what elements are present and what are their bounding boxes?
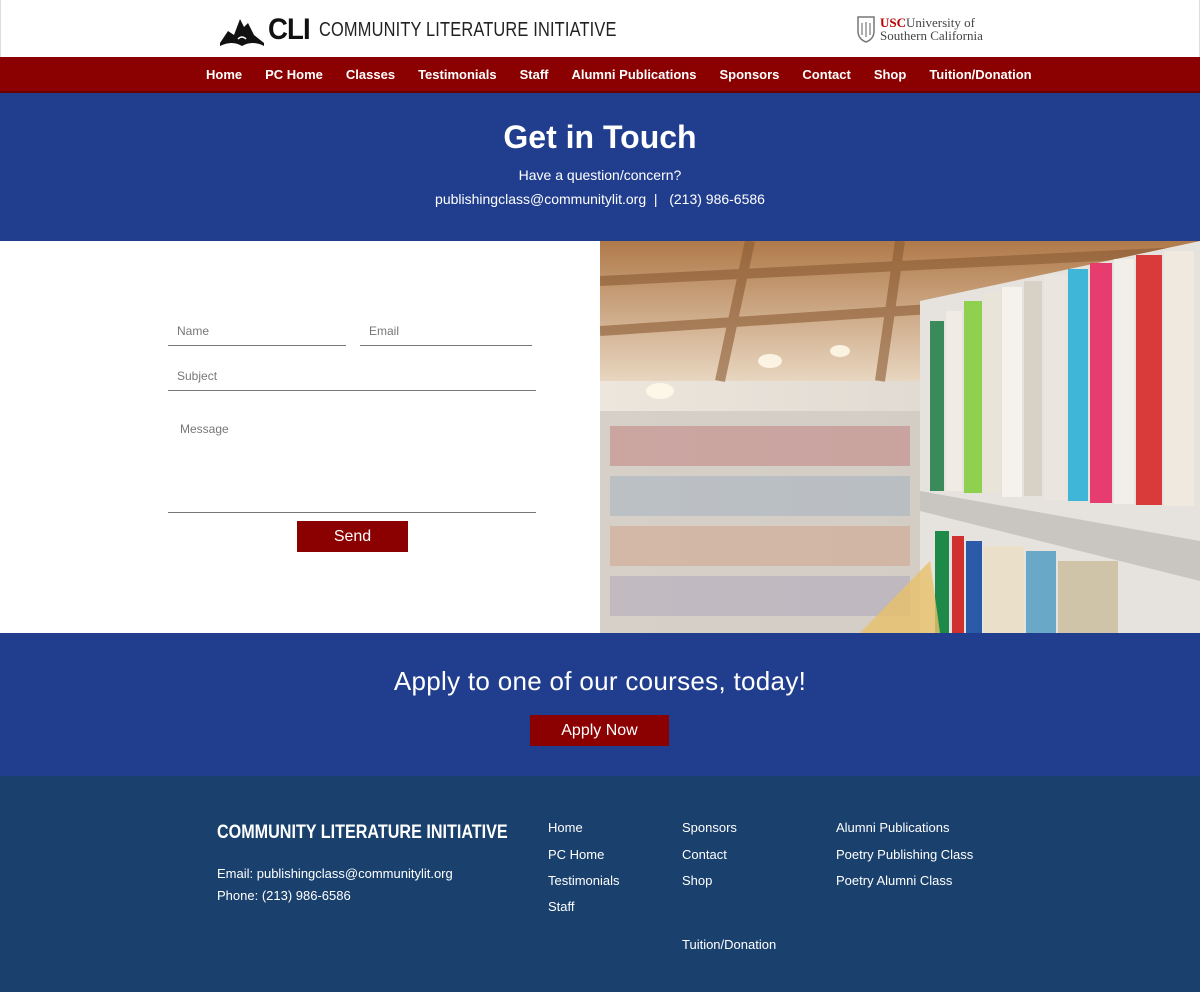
nav-item-alumni-publications[interactable]: Alumni Publications	[571, 67, 696, 82]
footer-link-alumni-publications[interactable]: Alumni Publications	[836, 820, 949, 835]
nav-item-home[interactable]: Home	[206, 67, 242, 82]
bookshelf-illustration	[600, 241, 1200, 633]
open-book-logo-icon	[220, 19, 264, 46]
footer-link-tuition-donation[interactable]: Tuition/Donation	[682, 937, 776, 952]
nav-item-contact[interactable]: Contact	[802, 67, 850, 82]
footer-link-home[interactable]: Home	[548, 820, 583, 835]
nav-item-classes[interactable]: Classes	[346, 67, 395, 82]
site-header: CLI COMMUNITY LITERATURE INITIATIVE USCU…	[0, 0, 1200, 57]
site-footer: COMMUNITY LITERATURE INITIATIVE Email: p…	[0, 776, 1200, 992]
footer-link-pc-home[interactable]: PC Home	[548, 847, 604, 862]
nav-item-sponsors[interactable]: Sponsors	[719, 67, 779, 82]
nav-item-pc-home[interactable]: PC Home	[265, 67, 323, 82]
footer-email[interactable]: Email: publishingclass@communitylit.org	[217, 866, 453, 881]
nav-items: Home PC Home Classes Testimonials Staff …	[206, 57, 1055, 91]
usc-logo[interactable]: USCUniversity of Southern California	[856, 15, 983, 43]
usc-line2: Southern California	[880, 28, 983, 43]
contact-form: Send	[0, 241, 600, 633]
usc-wordmark: USCUniversity of Southern California	[880, 16, 983, 42]
message-field[interactable]	[168, 416, 536, 513]
subject-field[interactable]	[168, 362, 536, 391]
logo-abbreviation: CLI	[268, 13, 311, 46]
hero-subtitle: Have a question/concern?	[518, 167, 682, 183]
apply-section: Apply to one of our courses, today! Appl…	[0, 633, 1200, 776]
cli-logo[interactable]: CLI COMMUNITY LITERATURE INITIATIVE	[218, 12, 682, 48]
apply-heading: Apply to one of our courses, today!	[393, 666, 807, 696]
footer-link-staff[interactable]: Staff	[548, 899, 575, 914]
name-field[interactable]	[168, 317, 346, 346]
footer-link-contact[interactable]: Contact	[682, 847, 727, 862]
footer-link-shop[interactable]: Shop	[682, 873, 712, 888]
nav-item-staff[interactable]: Staff	[520, 67, 549, 82]
nav-item-testimonials[interactable]: Testimonials	[418, 67, 497, 82]
contact-hero: Get in Touch Have a question/concern? pu…	[0, 93, 1200, 241]
footer-title: COMMUNITY LITERATURE INITIATIVE	[217, 822, 508, 843]
footer-link-sponsors[interactable]: Sponsors	[682, 820, 737, 835]
hero-contact-info: publishingclass@communitylit.org | (213)…	[435, 191, 765, 207]
email-field[interactable]	[360, 317, 532, 346]
apply-now-button[interactable]: Apply Now	[530, 715, 669, 746]
footer-link-poetry-alumni-class[interactable]: Poetry Alumni Class	[836, 873, 952, 888]
library-bookshelf-image	[600, 241, 1200, 633]
send-button[interactable]: Send	[297, 521, 408, 552]
nav-item-shop[interactable]: Shop	[874, 67, 907, 82]
nav-item-tuition-donation[interactable]: Tuition/Donation	[929, 67, 1031, 82]
footer-link-poetry-publishing-class[interactable]: Poetry Publishing Class	[836, 847, 973, 862]
usc-seal-icon	[857, 16, 875, 43]
logo-name: COMMUNITY LITERATURE INITIATIVE	[319, 18, 617, 41]
main-nav: Home PC Home Classes Testimonials Staff …	[0, 57, 1200, 93]
footer-phone: Phone: (213) 986-6586	[217, 888, 351, 903]
page-title: Get in Touch	[503, 119, 697, 155]
footer-link-testimonials[interactable]: Testimonials	[548, 873, 620, 888]
